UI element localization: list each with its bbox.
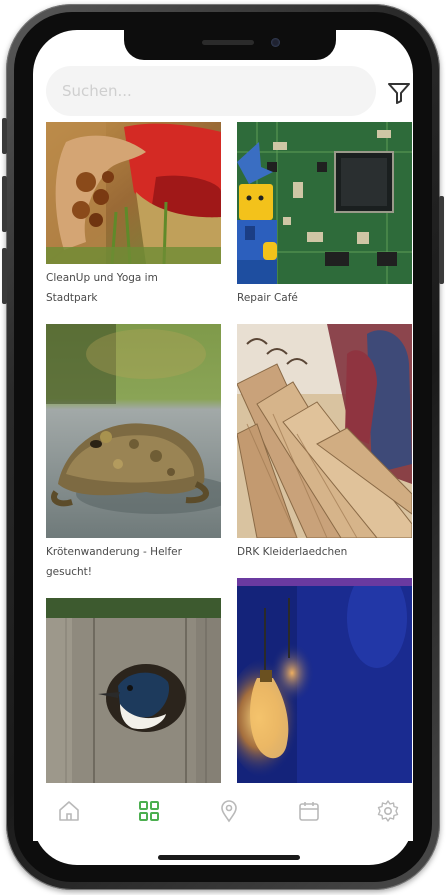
power-button xyxy=(439,196,444,284)
grid-icon[interactable] xyxy=(137,799,161,823)
tile-image-cleanup-yoga[interactable] xyxy=(46,122,221,264)
notch xyxy=(124,30,336,60)
tile-image-kroetenwanderung[interactable] xyxy=(46,324,221,538)
tile-label-kroetenwanderung: Krötenwanderung - Helfer gesucht! xyxy=(46,546,182,578)
tile-label-drk-kleiderlaedchen: DRK Kleiderlaedchen xyxy=(237,546,348,558)
mute-switch xyxy=(2,118,7,154)
location-pin-icon[interactable] xyxy=(217,799,241,823)
volume-up-button xyxy=(2,176,7,232)
earpiece-speaker xyxy=(202,40,254,45)
home-indicator xyxy=(158,855,300,860)
search-placeholder: Suchen... xyxy=(62,82,132,100)
tile-image-bird-nest-box[interactable] xyxy=(46,598,221,783)
gear-icon[interactable] xyxy=(376,799,400,823)
volume-down-button xyxy=(2,248,7,304)
tile-image-light-bulbs[interactable] xyxy=(237,578,412,783)
tile-label-cleanup-yoga: CleanUp und Yoga im Stadtpark xyxy=(46,272,158,304)
filter-icon[interactable] xyxy=(387,82,411,104)
search-input[interactable]: Suchen... xyxy=(46,66,376,116)
tile-image-drk-kleiderlaedchen[interactable] xyxy=(237,324,412,538)
home-icon[interactable] xyxy=(57,799,81,823)
tile-image-repair-cafe[interactable] xyxy=(237,122,412,284)
front-camera xyxy=(271,38,280,47)
calendar-icon[interactable] xyxy=(297,799,321,823)
tile-label-repair-cafe: Repair Café xyxy=(237,292,298,304)
